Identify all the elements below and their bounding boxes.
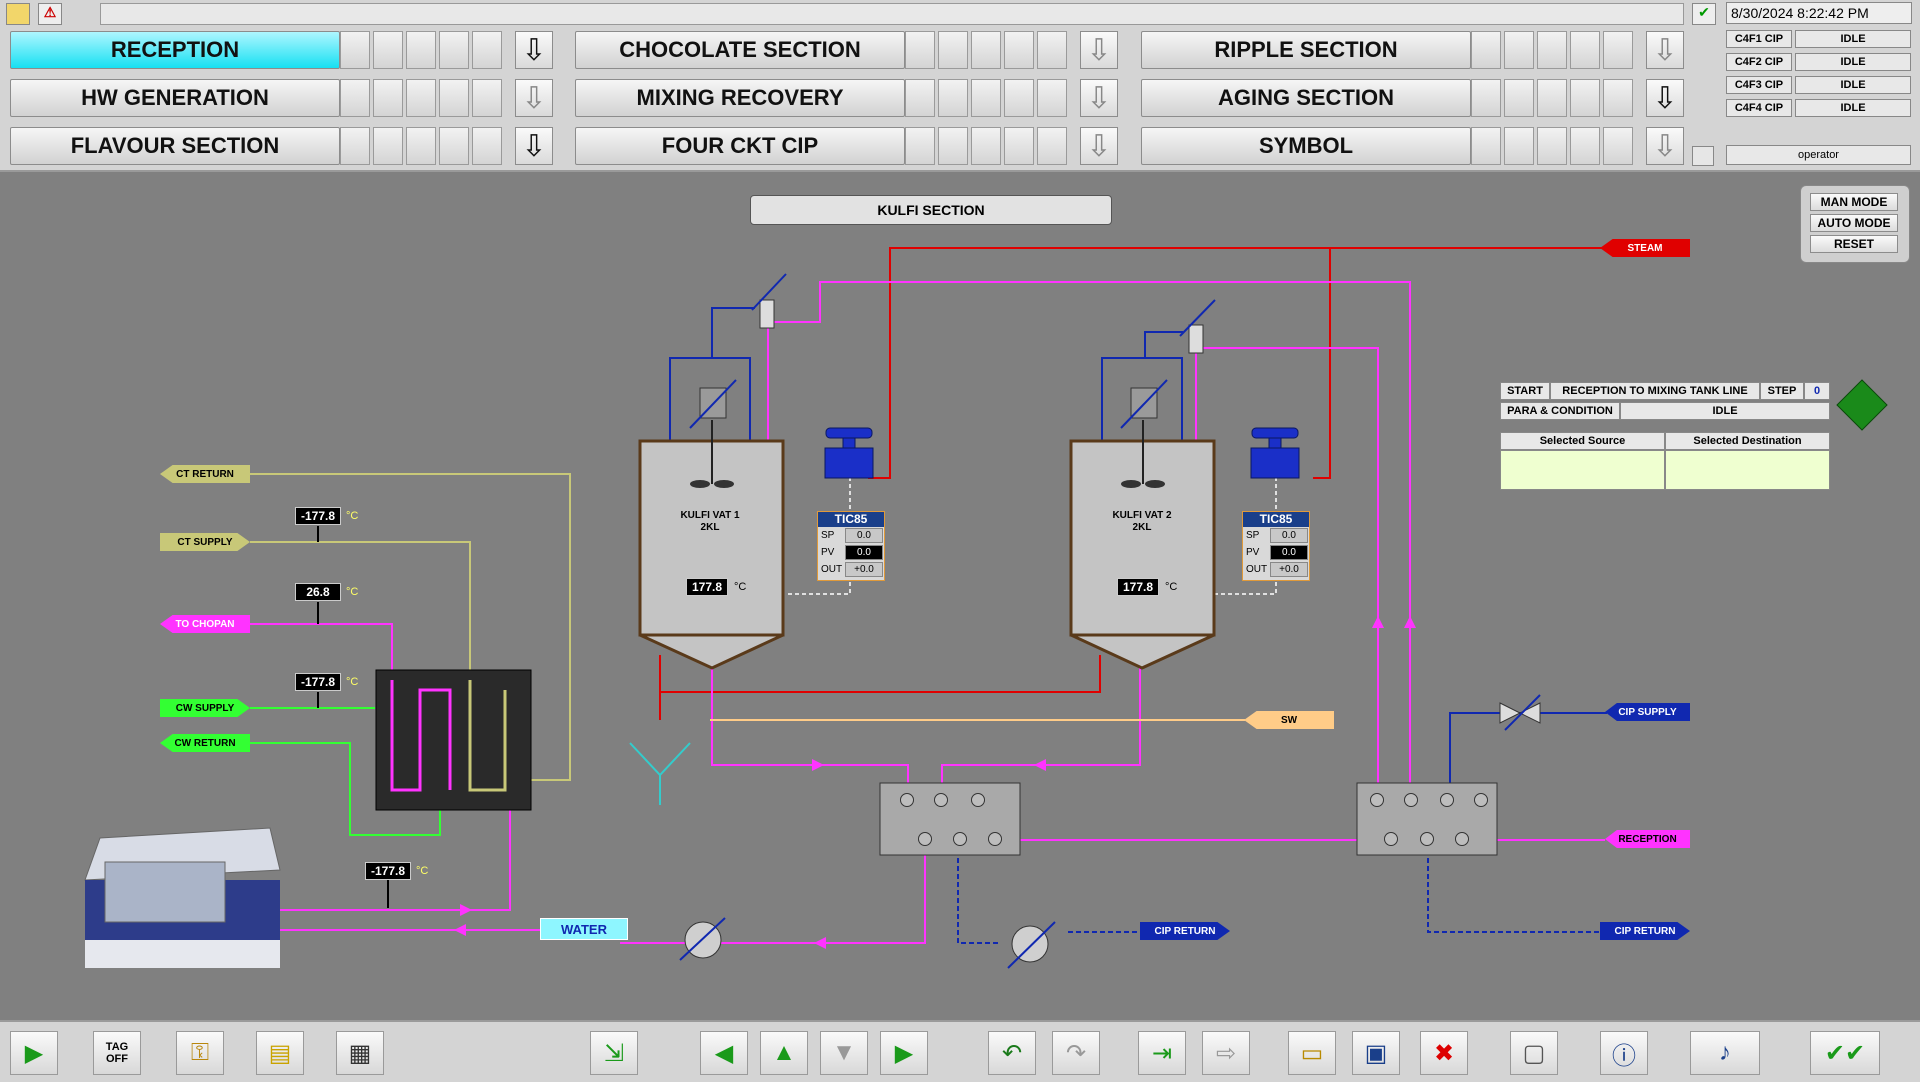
vat-1-body xyxy=(638,420,785,670)
valve-port[interactable] xyxy=(900,793,914,807)
left-arrow-icon[interactable]: ◀ xyxy=(700,1031,748,1075)
unit-label: °C xyxy=(346,586,359,598)
valve-port[interactable] xyxy=(1440,793,1454,807)
tic-faceplate-1[interactable]: TIC85 SP 0.0 PV 0.0 OUT +0.0 xyxy=(817,511,885,581)
tic-tag: TIC85 xyxy=(818,512,884,527)
delete-icon[interactable]: ✖ xyxy=(1420,1031,1468,1075)
bottom-toolbar: ▶ TAG OFF ⚿ ▤ ▦ ⇲ ◀ ▲ ▼ ▶ ↶ ↷ ⇥ ⇨ ▭ ▣ ✖ … xyxy=(0,1020,1920,1082)
start-button[interactable]: START xyxy=(1500,382,1550,400)
step-value: 0 xyxy=(1804,382,1830,400)
pv-label: PV xyxy=(821,547,835,558)
out-value: +0.0 xyxy=(1270,562,1308,577)
vat-1-temperature: 177.8 xyxy=(686,578,728,596)
sp-value: 0.0 xyxy=(1270,528,1308,543)
info-icon[interactable]: ⓘ xyxy=(1600,1031,1648,1075)
key-icon[interactable]: ⚿ xyxy=(176,1031,224,1075)
to-chopan-tag: TO CHOPAN xyxy=(160,615,250,633)
sequence-status-icon xyxy=(1836,379,1888,431)
valve-port[interactable] xyxy=(953,832,967,846)
destination-header: Selected Destination xyxy=(1665,432,1830,450)
valve-port[interactable] xyxy=(1420,832,1434,846)
cw-supply-tag: CW SUPPLY xyxy=(160,699,250,717)
piping-diagram xyxy=(84,247,1888,969)
up-arrow-icon[interactable]: ▲ xyxy=(760,1031,808,1075)
play-icon[interactable]: ▶ xyxy=(10,1031,58,1075)
out-value: +0.0 xyxy=(845,562,883,577)
tag-off-button[interactable]: TAG OFF xyxy=(93,1031,141,1075)
vat-1-size: 2KL xyxy=(700,522,720,533)
unit-label: °C xyxy=(346,676,359,688)
valve-port[interactable] xyxy=(1370,793,1384,807)
ct-return-temperature: -177.8 xyxy=(295,507,341,525)
pv-value: 0.0 xyxy=(845,545,883,560)
ct-return-tag: CT RETURN xyxy=(160,465,250,483)
valve-port[interactable] xyxy=(1384,832,1398,846)
agitator-motor-icon xyxy=(689,379,1168,429)
valve-port[interactable] xyxy=(918,832,932,846)
ct-supply-tag: CT SUPPLY xyxy=(160,533,250,551)
acknowledge-all-icon[interactable]: ✔✔ xyxy=(1810,1031,1880,1075)
pv-value: 0.0 xyxy=(1270,545,1308,560)
unit-label: °C xyxy=(416,865,429,877)
undo-icon[interactable]: ↶ xyxy=(988,1031,1036,1075)
cw-return-tag: CW RETURN xyxy=(160,734,250,752)
redo-icon[interactable]: ↷ xyxy=(1052,1031,1100,1075)
selected-destination[interactable] xyxy=(1665,450,1830,490)
unit-label: °C xyxy=(346,510,359,522)
sw-tag: SW xyxy=(1244,711,1334,729)
control-valve-icon xyxy=(824,427,1300,479)
export-icon[interactable]: ⇲ xyxy=(590,1031,638,1075)
sp-value: 0.0 xyxy=(845,528,883,543)
tic-tag: TIC85 xyxy=(1243,512,1309,527)
reception-tag: RECEPTION xyxy=(1605,830,1690,848)
sp-label: SP xyxy=(1246,530,1260,541)
import-icon[interactable]: ⇥ xyxy=(1138,1031,1186,1075)
valve-port[interactable] xyxy=(971,793,985,807)
source-header: Selected Source xyxy=(1500,432,1665,450)
water-tag: WATER xyxy=(540,918,628,940)
sequence-panel: START RECEPTION TO MIXING TANK LINE STEP… xyxy=(1500,382,1830,492)
machine-image xyxy=(84,827,281,968)
valve-port[interactable] xyxy=(1474,793,1488,807)
pv-label: PV xyxy=(1246,547,1260,558)
report-icon[interactable]: ▦ xyxy=(336,1031,384,1075)
sp-label: SP xyxy=(821,530,835,541)
plate-heat-exchanger xyxy=(375,669,532,811)
unit-label: °C xyxy=(1165,581,1178,593)
out-label: OUT xyxy=(1246,564,1268,575)
vat-2-body xyxy=(1069,420,1216,670)
open-folder-icon[interactable]: ▭ xyxy=(1288,1031,1336,1075)
down-arrow-icon[interactable]: ▼ xyxy=(820,1031,868,1075)
cw-supply-temperature: -177.8 xyxy=(295,673,341,691)
selected-source[interactable] xyxy=(1500,450,1665,490)
vat-2-name: KULFI VAT 2 xyxy=(1112,510,1172,521)
route-label: RECEPTION TO MIXING TANK LINE xyxy=(1550,382,1760,400)
outlet-temperature: -177.8 xyxy=(365,862,411,880)
valve-port[interactable] xyxy=(1404,793,1418,807)
forward-icon[interactable]: ⇨ xyxy=(1202,1031,1250,1075)
save-icon[interactable]: ▣ xyxy=(1352,1031,1400,1075)
valve-port[interactable] xyxy=(1455,832,1469,846)
vat-2-size: 2KL xyxy=(1132,522,1152,533)
valve-port[interactable] xyxy=(934,793,948,807)
cip-return-tag: CIP RETURN xyxy=(1600,922,1690,940)
cip-return-tag: CIP RETURN xyxy=(1140,922,1230,940)
tic-faceplate-2[interactable]: TIC85 SP 0.0 PV 0.0 OUT +0.0 xyxy=(1242,511,1310,581)
step-label: STEP xyxy=(1760,382,1804,400)
chopan-temperature: 26.8 xyxy=(295,583,341,601)
para-condition-label: PARA & CONDITION xyxy=(1500,402,1620,420)
sound-icon[interactable]: ♪ xyxy=(1690,1031,1760,1075)
out-label: OUT xyxy=(821,564,843,575)
notes-icon[interactable]: ▤ xyxy=(256,1031,304,1075)
vat-1-name: KULFI VAT 1 xyxy=(680,510,740,521)
steam-tag: STEAM xyxy=(1600,239,1690,257)
valve-port[interactable] xyxy=(988,832,1002,846)
unit-label: °C xyxy=(734,581,747,593)
cip-supply-tag: CIP SUPPLY xyxy=(1605,703,1690,721)
sequence-status: IDLE xyxy=(1620,402,1830,420)
display-icon[interactable]: ▢ xyxy=(1510,1031,1558,1075)
right-arrow-icon[interactable]: ▶ xyxy=(880,1031,928,1075)
vat-2-temperature: 177.8 xyxy=(1117,578,1159,596)
